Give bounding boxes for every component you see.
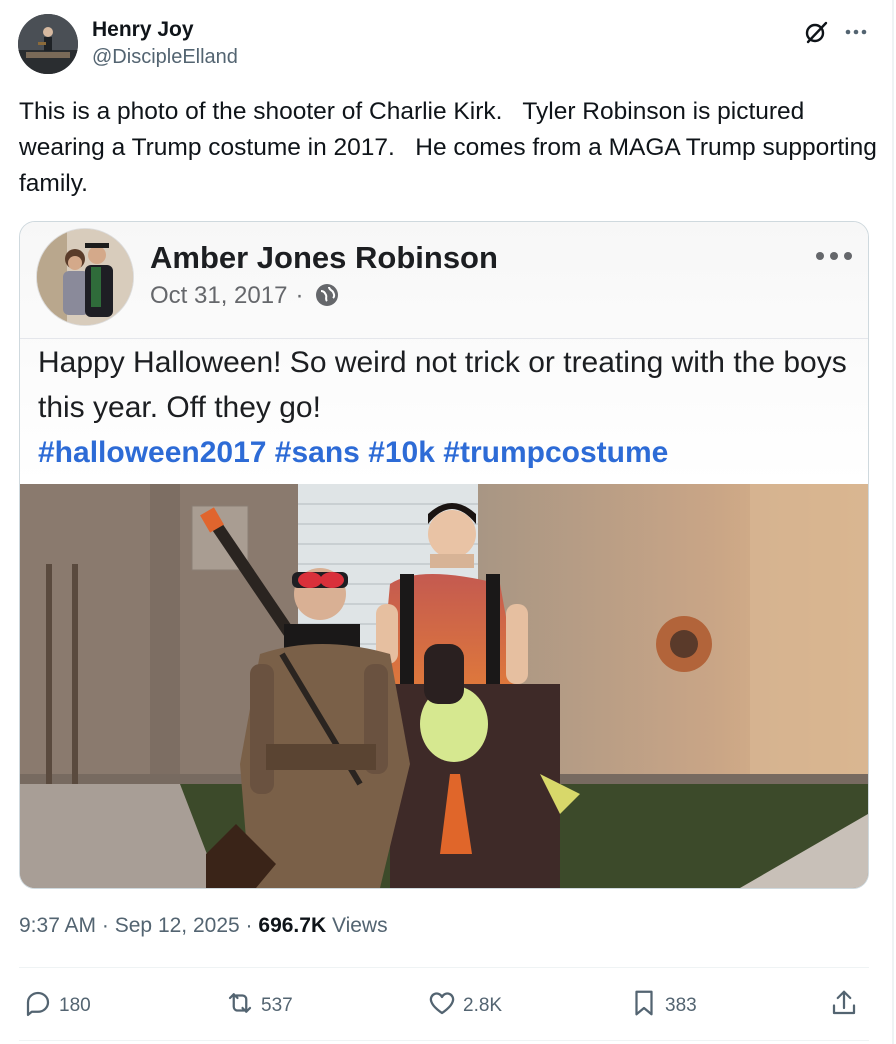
author-name[interactable]: Henry Joy bbox=[92, 18, 194, 42]
media-image[interactable]: Amber Jones Robinson Oct 31, 2017 · Happy… bbox=[19, 221, 869, 889]
share-button[interactable] bbox=[829, 984, 865, 1028]
action-bar: 180 537 2.8K 383 bbox=[19, 984, 869, 1028]
views-label: Views bbox=[331, 914, 388, 937]
fb-divider bbox=[20, 338, 868, 339]
author-avatar[interactable] bbox=[18, 14, 78, 74]
fb-avatar bbox=[36, 228, 134, 326]
author-handle[interactable]: @DiscipleElland bbox=[92, 46, 238, 69]
reply-count: 180 bbox=[59, 995, 91, 1016]
grok-icon[interactable] bbox=[802, 18, 830, 46]
fb-post-body: Happy Halloween! So weird not trick or t… bbox=[38, 346, 847, 424]
fb-post-meta: Oct 31, 2017 · bbox=[150, 282, 339, 310]
repost-button[interactable]: 537 bbox=[225, 984, 293, 1028]
tweet-meta: 9:37 AM · Sep 12, 2025 · 696.7K Views bbox=[19, 914, 388, 938]
halloween-photo bbox=[20, 484, 868, 888]
divider bbox=[19, 967, 869, 968]
like-button[interactable]: 2.8K bbox=[427, 984, 502, 1028]
like-count: 2.8K bbox=[463, 995, 503, 1016]
repost-icon bbox=[225, 988, 261, 1024]
divider bbox=[19, 1040, 869, 1041]
tweet-header: Henry Joy @DiscipleElland bbox=[18, 14, 878, 76]
meta-separator: · bbox=[101, 914, 109, 937]
fb-meta-separator: · bbox=[295, 282, 304, 309]
tweet-time[interactable]: 9:37 AM bbox=[19, 914, 96, 937]
bookmark-button[interactable]: 383 bbox=[629, 984, 697, 1028]
reply-button[interactable]: 180 bbox=[23, 984, 91, 1028]
fb-poster-name: Amber Jones Robinson bbox=[150, 240, 498, 275]
meta-separator: · bbox=[245, 914, 253, 937]
reply-icon bbox=[23, 988, 59, 1024]
embedded-facebook-post: Amber Jones Robinson Oct 31, 2017 · Happy… bbox=[20, 222, 868, 484]
fb-post-date: Oct 31, 2017 bbox=[150, 282, 288, 309]
globe-icon bbox=[315, 283, 339, 307]
fb-post-text: Happy Halloween! So weird not trick or t… bbox=[38, 340, 858, 475]
bookmark-icon bbox=[629, 988, 665, 1024]
scroll-edge bbox=[892, 0, 894, 1044]
heart-icon bbox=[427, 988, 463, 1024]
tweet-text: This is a photo of the shooter of Charli… bbox=[19, 98, 884, 197]
share-icon bbox=[829, 988, 865, 1024]
bookmark-count: 383 bbox=[665, 995, 697, 1016]
fb-more-icon bbox=[814, 246, 854, 266]
more-icon[interactable] bbox=[842, 18, 870, 46]
tweet-date[interactable]: Sep 12, 2025 bbox=[115, 914, 240, 937]
fb-hashtags: #halloween2017 #sans #10k #trumpcostume bbox=[38, 436, 669, 469]
repost-count: 537 bbox=[261, 995, 293, 1016]
views-count: 696.7K bbox=[258, 914, 327, 937]
